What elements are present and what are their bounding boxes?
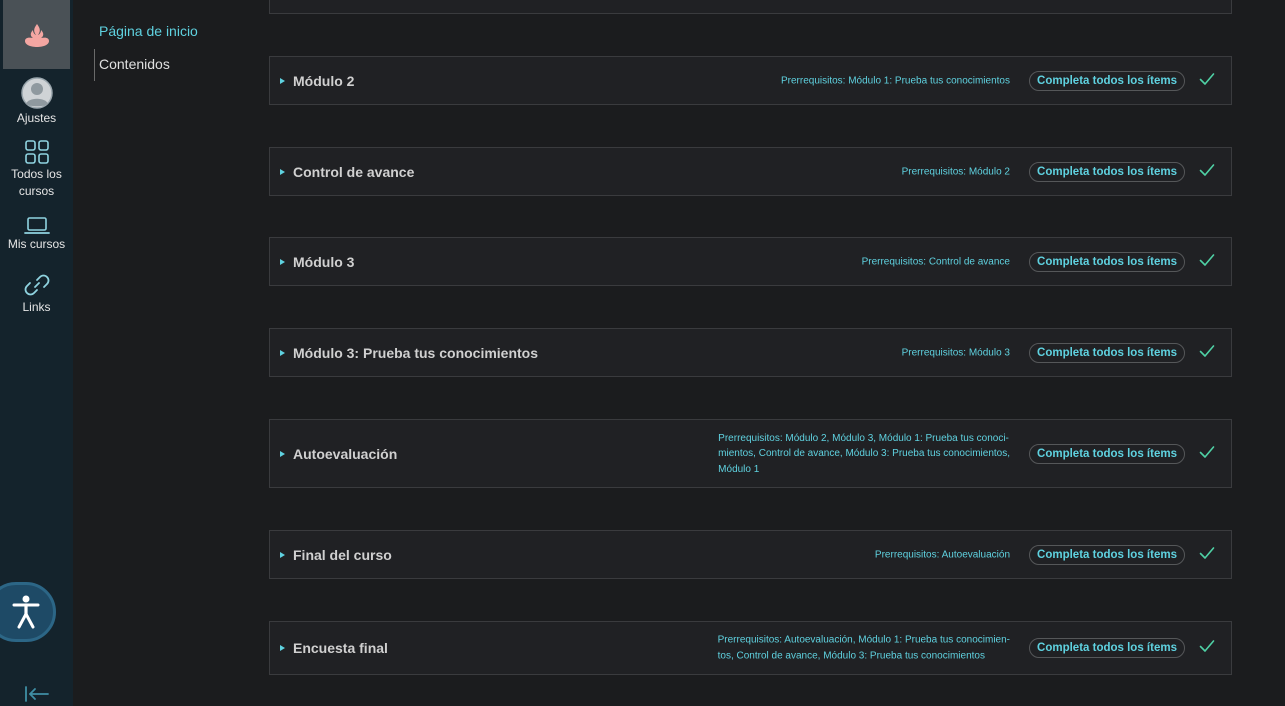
accessibility-button[interactable] — [0, 582, 56, 642]
module-card[interactable]: Encuesta final Prerrequisitos: Autoevalu… — [269, 621, 1232, 675]
module-title[interactable]: Módulo 2 — [293, 73, 354, 89]
prereq-line: Prerrequisitos: Autoevaluación, Módulo 1… — [717, 634, 1010, 646]
expand-caret-icon[interactable] — [280, 258, 285, 265]
laptop-icon — [23, 217, 50, 234]
completion-requirement-badge: Completa todos los ítems — [1029, 161, 1185, 182]
prereq-line: tos, Control de avance, Módulo 3: Prueba… — [717, 650, 985, 661]
rail-item-label: Todos los cursos — [11, 167, 62, 198]
prereq-line: mientos, Control de avance, Módulo 3: Pr… — [718, 447, 1010, 459]
completion-requirement-badge: Completa todos los ítems — [1029, 443, 1185, 464]
completion-requirement-badge: Completa todos los ítems — [1029, 70, 1185, 91]
expand-caret-icon[interactable] — [280, 349, 285, 356]
completion-requirement-badge: Completa todos los ítems — [1029, 342, 1185, 363]
brand-logo[interactable] — [3, 0, 70, 69]
check-icon — [1199, 163, 1215, 176]
module-title[interactable]: Módulo 3: Prueba tus conocimientos — [293, 345, 538, 361]
module-title[interactable]: Final del curso — [293, 547, 392, 563]
module-prerequisites: Prerrequisitos: Autoevaluación — [874, 548, 1010, 560]
rail-item-todos-los-cursos[interactable]: Todos los cursos — [0, 139, 73, 200]
check-icon — [1199, 344, 1215, 357]
expand-caret-icon[interactable] — [280, 551, 285, 558]
module-card[interactable]: Autoevaluación Prerrequisitos: Módulo 2,… — [269, 419, 1232, 488]
expand-caret-icon[interactable] — [280, 645, 285, 651]
rail-item-links[interactable]: Links — [0, 272, 73, 316]
prereq-line: Prerrequisitos: Módulo 2, Módulo 3, Módu… — [718, 432, 1009, 444]
module-title[interactable]: Autoevaluación — [293, 446, 397, 462]
module-card[interactable]: Módulo 3 Prerrequisitos: Control de avan… — [269, 237, 1232, 286]
module-title[interactable]: Control de avance — [293, 164, 414, 180]
user-avatar-icon — [20, 77, 53, 109]
nav-link-home[interactable]: Página de inicio — [99, 23, 198, 39]
expand-caret-icon[interactable] — [280, 77, 285, 84]
module-card[interactable]: Final del curso Prerrequisitos: Autoeval… — [269, 530, 1232, 579]
check-icon — [1199, 72, 1215, 85]
check-icon — [1199, 640, 1215, 652]
module-card-previous — [269, 0, 1232, 14]
nav-link-contenidos[interactable]: Contenidos — [94, 49, 244, 81]
rail-item-mis-cursos[interactable]: Mis cursos — [0, 217, 73, 253]
check-icon — [1199, 253, 1215, 266]
rail-item-label: Ajustes — [16, 111, 57, 125]
module-title[interactable]: Módulo 3 — [293, 254, 354, 270]
module-card[interactable]: Control de avance Prerrequisitos: Módulo… — [269, 147, 1232, 196]
module-prerequisites: Prerrequisitos: Módulo 2 — [901, 165, 1010, 177]
rail-item-label: Mis cursos — [7, 237, 66, 251]
module-prerequisites: Prerrequisitos: Autoevaluación, Módulo 1… — [718, 633, 1010, 664]
expand-caret-icon[interactable] — [280, 168, 285, 175]
completion-requirement-badge: Completa todos los ítems — [1029, 251, 1185, 272]
prereq-line: Módulo 1 — [718, 463, 760, 475]
check-icon — [1199, 445, 1215, 458]
module-title[interactable]: Encuesta final — [293, 640, 388, 656]
collapse-sidebar-button[interactable] — [24, 684, 50, 704]
left-rail: Ajustes Todos los cursos Mis cursos Link… — [0, 0, 73, 706]
module-prerequisites: Prerrequisitos: Módulo 2, Módulo 3, Módu… — [718, 430, 1010, 477]
collapse-left-icon — [25, 686, 49, 702]
accessibility-icon — [12, 595, 40, 629]
completion-requirement-badge: Completa todos los ítems — [1029, 638, 1185, 658]
rail-item-label: Links — [22, 300, 51, 314]
check-icon — [1199, 546, 1215, 559]
expand-caret-icon[interactable] — [280, 450, 285, 457]
module-prerequisites: Prerrequisitos: Control de avance — [861, 255, 1010, 267]
module-card[interactable]: Módulo 3: Prueba tus conocimientos Prerr… — [269, 328, 1232, 377]
completion-requirement-badge: Completa todos los ítems — [1029, 544, 1185, 565]
module-prerequisites: Prerrequisitos: Módulo 1: Prueba tus con… — [780, 74, 1010, 86]
flame-logo-icon — [24, 23, 49, 47]
module-card[interactable]: Módulo 2 Prerrequisitos: Módulo 1: Prueb… — [269, 56, 1232, 105]
rail-item-ajustes[interactable]: Ajustes — [0, 77, 73, 127]
link-icon — [24, 274, 49, 296]
module-prerequisites: Prerrequisitos: Módulo 3 — [901, 346, 1010, 358]
grid-icon — [24, 140, 49, 164]
